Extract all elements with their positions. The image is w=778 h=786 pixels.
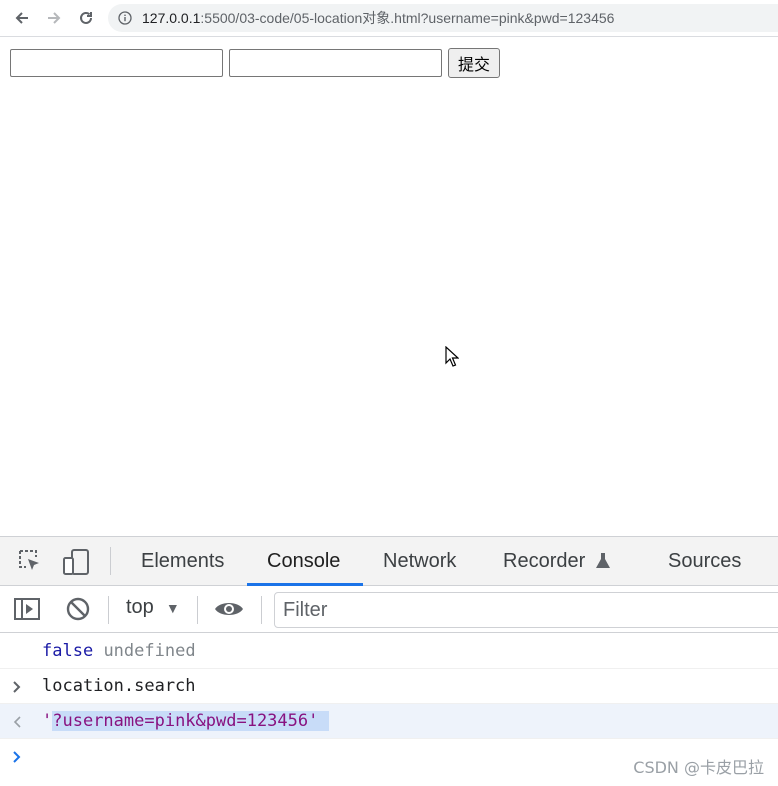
input-command: location.search — [42, 676, 196, 696]
url-host: 127.0.0.1 — [142, 10, 201, 26]
tab-console[interactable]: Console — [247, 537, 363, 586]
dropdown-arrow-icon: ▼ — [165, 599, 180, 616]
info-icon[interactable] — [118, 11, 132, 25]
selection-tail — [318, 711, 329, 731]
result-string[interactable]: '?username=pink&pwd=123456' — [42, 711, 329, 731]
reload-button[interactable] — [75, 8, 97, 28]
context-selector-value: top — [126, 596, 154, 618]
log-value-undefined: undefined — [103, 641, 196, 661]
forward-button[interactable] — [43, 8, 65, 28]
address-bar[interactable]: 127.0.0.1:5500/03-code/05-location对象.htm… — [108, 4, 778, 32]
console-log-line: false undefined — [0, 634, 778, 669]
tab-separator — [110, 547, 111, 575]
result-open-quote: ' — [42, 711, 53, 731]
toolbar-separator — [108, 596, 109, 624]
console-output: false undefined location.search '?userna… — [0, 634, 778, 774]
toolbar-separator — [197, 596, 198, 624]
prompt-chevron-icon — [12, 739, 30, 774]
mouse-cursor-icon — [445, 346, 459, 367]
clear-console-icon[interactable] — [66, 597, 90, 621]
show-sidebar-icon[interactable] — [14, 597, 40, 621]
context-selector[interactable]: top ▼ — [126, 596, 180, 619]
log-text: false undefined — [42, 641, 196, 661]
tab-recorder-label: Recorder — [503, 549, 586, 572]
console-result-line: '?username=pink&pwd=123456' — [0, 704, 778, 739]
eye-icon[interactable] — [214, 599, 244, 619]
result-close-quote: ' — [308, 711, 319, 731]
submit-button[interactable]: 提交 — [448, 48, 501, 78]
device-toolbar-icon[interactable] — [62, 548, 90, 576]
login-form: 提交 — [10, 48, 501, 78]
username-input[interactable] — [10, 49, 223, 77]
tab-network[interactable]: Network — [363, 537, 476, 585]
result-value: ?username=pink&pwd=123456 — [52, 711, 309, 731]
toolbar-separator — [261, 596, 262, 624]
input-prompt-icon — [12, 669, 30, 704]
console-filter-input[interactable]: Filter — [274, 592, 778, 628]
back-arrow-icon — [15, 12, 28, 24]
tab-sources[interactable]: Sources — [648, 537, 761, 585]
watermark: CSDN @卡皮巴拉 — [633, 758, 764, 777]
reload-icon — [80, 11, 92, 24]
console-input-line: location.search — [0, 669, 778, 704]
password-input[interactable] — [229, 49, 442, 77]
inspect-element-icon[interactable] — [17, 548, 43, 574]
page-root: 127.0.0.1:5500/03-code/05-location对象.htm… — [0, 0, 778, 786]
devtools-panel: Elements Console Network Recorder Source… — [0, 536, 778, 786]
experiment-flask-icon — [596, 553, 611, 568]
forward-arrow-icon — [48, 12, 61, 24]
url-path: :5500/03-code/05-location对象.html?usernam… — [200, 10, 615, 26]
log-value-false: false — [42, 641, 94, 661]
result-arrow-icon — [12, 704, 30, 739]
devtools-tab-bar: Elements Console Network Recorder Source… — [0, 537, 778, 586]
tab-elements[interactable]: Elements — [121, 537, 244, 585]
tab-recorder[interactable]: Recorder — [483, 537, 631, 585]
console-toolbar: top ▼ Filter — [0, 586, 778, 633]
browser-toolbar: 127.0.0.1:5500/03-code/05-location对象.htm… — [0, 0, 778, 37]
back-button[interactable] — [11, 8, 33, 28]
